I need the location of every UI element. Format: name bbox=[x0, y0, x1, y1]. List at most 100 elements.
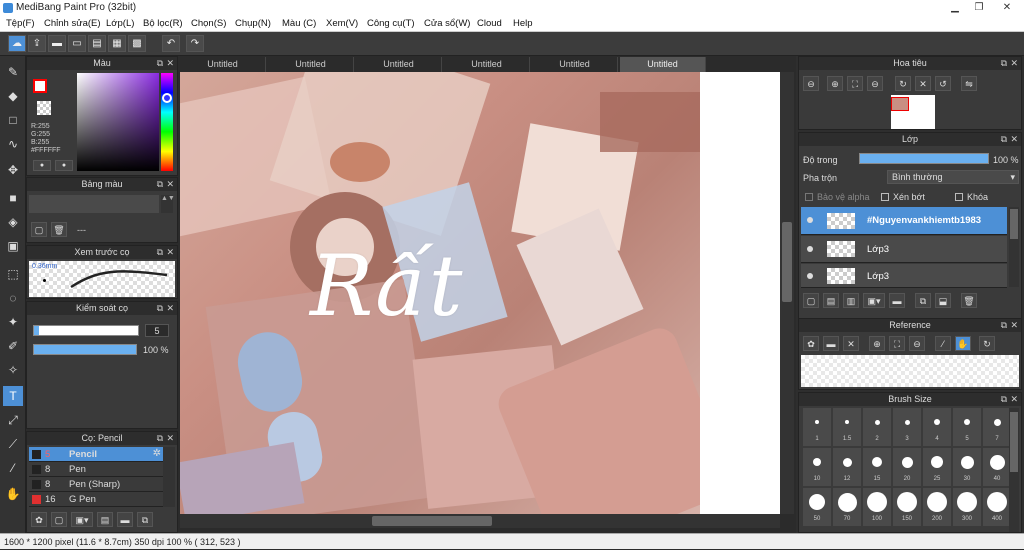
open-folder-icon[interactable]: ▬ bbox=[823, 336, 839, 351]
rotate-icon[interactable]: ↻ bbox=[895, 76, 911, 91]
rectangle-tool-icon[interactable]: □ bbox=[3, 110, 23, 130]
reference-add-icon[interactable]: ✿ bbox=[803, 336, 819, 351]
canvas-image[interactable]: Rất bbox=[180, 72, 700, 514]
tab-untitled-1[interactable]: Untitled bbox=[180, 57, 266, 72]
copy-brush-icon[interactable]: ▤ bbox=[97, 512, 113, 527]
brush-size-cell[interactable]: 5 bbox=[953, 408, 981, 446]
undo-icon[interactable]: ↶ bbox=[162, 35, 180, 52]
palette-list[interactable] bbox=[29, 195, 159, 213]
brush-opacity-slider[interactable] bbox=[33, 344, 137, 355]
minimize-button[interactable]: ▁ bbox=[942, 0, 968, 15]
close-icon[interactable]: ✕ bbox=[1010, 393, 1018, 406]
hue-slider[interactable] bbox=[161, 73, 173, 171]
brush-item-pencil[interactable]: 5 Pencil ✲ bbox=[29, 447, 163, 462]
navigator-viewport[interactable] bbox=[891, 97, 909, 111]
menu-help[interactable]: Help bbox=[513, 18, 533, 29]
canvas-area[interactable]: Rất bbox=[180, 72, 780, 514]
palette-add-icon[interactable]: ● bbox=[33, 160, 51, 171]
select-eraser-tool-icon[interactable]: ✧ bbox=[3, 360, 23, 380]
brush-size-cell[interactable]: 12 bbox=[833, 448, 861, 486]
undock-icon[interactable]: ⧉ bbox=[157, 178, 163, 191]
upload-icon[interactable]: ⇪ bbox=[28, 35, 46, 52]
saturation-value-picker[interactable] bbox=[77, 73, 159, 171]
fit-icon[interactable]: ⛶ bbox=[847, 76, 863, 91]
hand-tool-icon[interactable]: ✋ bbox=[3, 484, 23, 504]
new-layer-halftone-icon[interactable]: ▤ bbox=[823, 293, 839, 308]
brush-menu-icon[interactable]: ▣▾ bbox=[71, 512, 93, 527]
brush-size-slider[interactable] bbox=[33, 325, 139, 336]
brush-size-cell[interactable]: 7 bbox=[983, 408, 1011, 446]
chat-icon[interactable]: ▬ bbox=[48, 35, 66, 52]
delete-palette-icon[interactable]: 🗑 bbox=[51, 222, 67, 237]
visibility-eye-icon[interactable] bbox=[807, 217, 813, 223]
close-icon[interactable]: ✕ bbox=[1010, 133, 1018, 146]
brush-item-pen-sharp[interactable]: 8 Pen (Sharp) bbox=[29, 477, 175, 492]
layer-row[interactable]: Lớp3 bbox=[801, 236, 1007, 263]
protect-alpha-checkbox[interactable] bbox=[805, 193, 813, 201]
close-reference-icon[interactable]: ✕ bbox=[843, 336, 859, 351]
undock-icon[interactable]: ⧉ bbox=[157, 302, 163, 315]
gear-icon[interactable]: ✲ bbox=[153, 448, 161, 459]
brush-size-cell[interactable]: 4 bbox=[923, 408, 951, 446]
visibility-eye-icon[interactable] bbox=[807, 273, 813, 279]
zoom-icon[interactable]: ⊖ bbox=[867, 76, 883, 91]
magic-wand-tool-icon[interactable]: ✦ bbox=[3, 312, 23, 332]
zoom-out-icon[interactable]: ⊖ bbox=[803, 76, 819, 91]
menu-filter[interactable]: Bộ lọc(R) bbox=[143, 18, 183, 29]
menu-window[interactable]: Cửa sổ(W) bbox=[424, 18, 470, 29]
brush-size-value[interactable]: 5 bbox=[145, 324, 169, 337]
reset-view-icon[interactable]: ✕ bbox=[915, 76, 931, 91]
menu-select[interactable]: Chọn(S) bbox=[191, 18, 226, 29]
layer-scroll-thumb[interactable] bbox=[1010, 209, 1018, 239]
brush-size-cell[interactable]: 40 bbox=[983, 448, 1011, 486]
rotate-back-icon[interactable]: ↺ bbox=[935, 76, 951, 91]
pen-curve-tool-icon[interactable]: ∿ bbox=[3, 134, 23, 154]
duplicate-layer-icon[interactable]: ⧉ bbox=[915, 293, 931, 308]
brush-size-cell[interactable]: 10 bbox=[803, 448, 831, 486]
brush-size-cell[interactable]: 300 bbox=[953, 488, 981, 526]
maximize-button[interactable]: ❐ bbox=[966, 0, 992, 15]
canvas-title-text[interactable]: Rất bbox=[310, 237, 464, 335]
brush-size-cell[interactable]: 1 bbox=[803, 408, 831, 446]
brush-size-cell[interactable]: 20 bbox=[893, 448, 921, 486]
new-layer-8bit-icon[interactable]: ▥ bbox=[843, 293, 859, 308]
layer-row-active[interactable]: #Nguyenvankhiemtb1983 ✲ bbox=[801, 207, 1019, 235]
tab-untitled-6[interactable]: Untitled bbox=[620, 57, 706, 72]
new-palette-icon[interactable]: ▢ bbox=[31, 222, 47, 237]
layer-opacity-slider[interactable] bbox=[859, 153, 989, 164]
comment-icon[interactable]: ▭ bbox=[68, 35, 86, 52]
canvas-blank-area[interactable] bbox=[700, 72, 780, 514]
layer-scroll[interactable] bbox=[1009, 207, 1019, 287]
new-brush-icon[interactable]: ▢ bbox=[51, 512, 67, 527]
flip-icon[interactable]: ⇋ bbox=[961, 76, 977, 91]
palette-scroll[interactable]: ▲▼ bbox=[161, 195, 175, 213]
palette-swap-icon[interactable]: ● bbox=[55, 160, 73, 171]
folder-icon[interactable]: ▬ bbox=[117, 512, 133, 527]
close-icon[interactable]: ✕ bbox=[166, 246, 174, 259]
close-button[interactable]: ✕ bbox=[992, 0, 1022, 15]
brush-item-pen[interactable]: 8 Pen bbox=[29, 462, 175, 477]
operation-tool-icon[interactable]: ⤢ bbox=[3, 410, 23, 430]
panel-icon[interactable]: ▦ bbox=[108, 35, 126, 52]
brush-size-cell[interactable]: 50 bbox=[803, 488, 831, 526]
eyedropper-tool-icon[interactable]: ⁄ bbox=[3, 458, 23, 478]
brush-item-g-pen[interactable]: 16 G Pen bbox=[29, 492, 175, 507]
close-icon[interactable]: ✕ bbox=[1010, 319, 1018, 332]
close-icon[interactable]: ✕ bbox=[166, 57, 174, 70]
undock-icon[interactable]: ⧉ bbox=[157, 246, 163, 259]
bucket-tool-icon[interactable]: ◈ bbox=[3, 212, 23, 232]
clipping-checkbox[interactable] bbox=[881, 193, 889, 201]
eraser-tool-icon[interactable]: ◆ bbox=[3, 86, 23, 106]
layer-row[interactable]: Lớp3 bbox=[801, 264, 1007, 288]
move-tool-icon[interactable]: ✥ bbox=[3, 160, 23, 180]
vertical-scrollbar[interactable] bbox=[780, 72, 794, 514]
divide-tool-icon[interactable]: ⟋ bbox=[3, 434, 23, 454]
tab-untitled-4[interactable]: Untitled bbox=[444, 57, 530, 72]
reference-canvas[interactable] bbox=[801, 355, 1019, 387]
undock-icon[interactable]: ⧉ bbox=[1001, 319, 1007, 332]
select-rect-tool-icon[interactable]: ⬚ bbox=[3, 264, 23, 284]
menu-tools[interactable]: Công cụ(T) bbox=[367, 18, 415, 29]
merge-layer-icon[interactable]: ⬓ bbox=[935, 293, 951, 308]
close-icon[interactable]: ✕ bbox=[1010, 57, 1018, 70]
horizontal-scrollbar[interactable] bbox=[180, 514, 780, 528]
